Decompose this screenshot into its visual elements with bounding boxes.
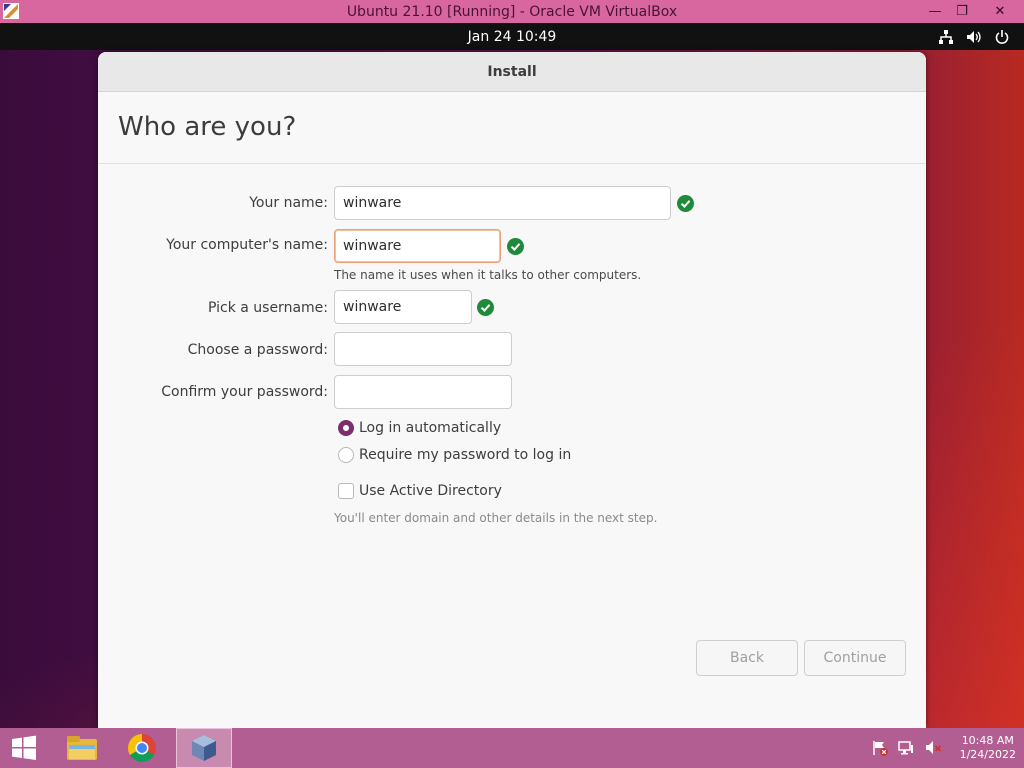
virtualbox-icon — [192, 735, 216, 761]
power-icon[interactable] — [994, 29, 1010, 45]
chrome-icon — [128, 734, 156, 762]
virtualbox-logo-icon — [3, 3, 19, 19]
folder-icon — [67, 736, 97, 760]
clock-time: 10:48 AM — [961, 734, 1014, 747]
name-valid-check-icon — [677, 195, 694, 212]
login-automatically-option[interactable]: Log in automatically — [338, 420, 501, 436]
login-automatically-radio[interactable] — [338, 420, 354, 436]
file-explorer-taskbar-button[interactable] — [58, 728, 106, 768]
title-divider — [98, 163, 926, 164]
password-label: Choose a password: — [187, 342, 328, 358]
require-password-label: Require my password to log in — [359, 447, 572, 463]
start-button[interactable] — [0, 728, 48, 768]
page-title: Who are you? — [118, 112, 297, 142]
network-icon[interactable] — [938, 29, 954, 45]
computer-name-valid-check-icon — [507, 238, 524, 255]
back-button[interactable]: Back — [696, 640, 798, 676]
chrome-taskbar-button[interactable] — [118, 728, 166, 768]
window-title: Ubuntu 21.10 [Running] - Oracle VM Virtu… — [346, 3, 678, 20]
confirm-password-input[interactable] — [334, 375, 512, 409]
minimize-button[interactable]: — — [920, 0, 950, 23]
computer-name-input[interactable] — [334, 229, 501, 263]
virtualbox-taskbar-button[interactable] — [176, 728, 232, 768]
installer-window: Install Who are you? Your name: Your com… — [98, 52, 926, 728]
installer-header: Install — [98, 52, 926, 92]
username-label: Pick a username: — [207, 300, 328, 316]
date-time[interactable]: Jan 24 10:49 — [468, 29, 557, 45]
confirm-password-label: Confirm your password: — [161, 384, 328, 400]
close-window-button[interactable]: ✕ — [985, 0, 1015, 23]
network-tray-icon[interactable] — [897, 739, 916, 757]
login-automatically-label: Log in automatically — [359, 420, 502, 436]
username-valid-check-icon — [477, 299, 494, 316]
restore-icon: ❐ — [956, 4, 968, 19]
action-center-flag-icon[interactable] — [871, 739, 889, 757]
active-directory-label: Use Active Directory — [359, 483, 502, 499]
virtualbox-title-bar: Ubuntu 21.10 [Running] - Oracle VM Virtu… — [0, 0, 1024, 23]
volume-muted-icon[interactable] — [925, 739, 943, 757]
your-name-label: Your name: — [249, 195, 328, 211]
active-directory-checkbox[interactable] — [338, 483, 354, 499]
your-name-input[interactable] — [334, 186, 671, 220]
require-password-radio[interactable] — [338, 447, 354, 463]
ubuntu-top-bar: Jan 24 10:49 — [0, 23, 1024, 50]
close-icon: ✕ — [994, 4, 1006, 19]
continue-button[interactable]: Continue — [804, 640, 906, 676]
active-directory-hint: You'll enter domain and other details in… — [334, 511, 658, 525]
windows-taskbar: 10:48 AM 1/24/2022 — [0, 728, 1024, 768]
active-directory-option[interactable]: Use Active Directory — [338, 483, 502, 499]
password-input[interactable] — [334, 332, 512, 366]
taskbar-clock[interactable]: 10:48 AM 1/24/2022 — [960, 734, 1016, 762]
computer-name-label: Your computer's name: — [166, 237, 328, 253]
installer-window-title: Install — [487, 63, 537, 80]
volume-icon[interactable] — [966, 29, 982, 45]
computer-name-hint: The name it uses when it talks to other … — [334, 268, 642, 282]
username-input[interactable] — [334, 290, 472, 324]
minimize-icon: — — [928, 4, 942, 19]
require-password-option[interactable]: Require my password to log in — [338, 447, 571, 463]
windows-logo-icon — [12, 735, 36, 760]
clock-date: 1/24/2022 — [959, 748, 1016, 761]
system-tray: 10:48 AM 1/24/2022 — [871, 728, 1016, 768]
restore-button[interactable]: ❐ — [947, 0, 977, 23]
